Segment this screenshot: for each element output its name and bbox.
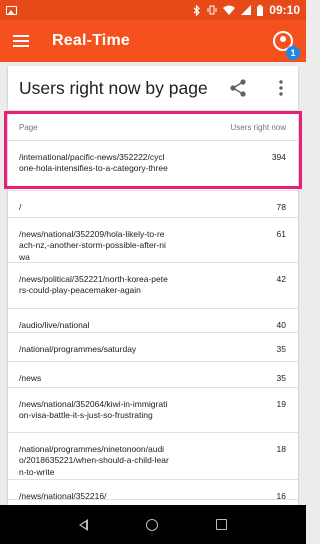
image-notification-icon <box>6 5 17 15</box>
table-row[interactable]: /international/pacific-news/352222/cyclo… <box>8 141 298 191</box>
row-user-count: 394 <box>271 152 286 162</box>
row-user-count: 40 <box>276 320 286 330</box>
row-page-path: /audio/live/national <box>19 320 90 330</box>
row-user-count: 35 <box>276 373 286 383</box>
table-row[interactable]: / 78 <box>8 191 298 218</box>
row-user-count: 35 <box>276 344 286 354</box>
row-page-path: /news <box>19 373 42 383</box>
row-page-path: /international/pacific-news/352222/cyclo… <box>19 152 168 174</box>
share-icon <box>230 79 246 97</box>
column-header-users: Users right now <box>230 123 286 132</box>
menu-button[interactable] <box>0 20 42 62</box>
table-header: Page Users right now <box>8 111 298 141</box>
hamburger-icon <box>13 35 29 47</box>
table-row[interactable]: /news/national/352209/hola-likely-to-rea… <box>8 218 298 263</box>
vibrate-icon <box>207 5 217 15</box>
account-button[interactable]: 1 <box>268 26 300 60</box>
recent-apps-icon[interactable] <box>216 519 227 530</box>
row-user-count: 42 <box>276 274 286 284</box>
column-header-page: Page <box>19 123 38 132</box>
row-page-path: /national/programmes/saturday <box>19 344 137 354</box>
notification-badge: 1 <box>286 46 300 60</box>
status-bar: 09:10 <box>0 0 306 20</box>
more-vert-icon <box>279 80 283 96</box>
system-nav-bar <box>0 505 306 544</box>
row-page-path: /news/national/352216/ <box>19 491 107 501</box>
row-page-path: /news/political/352221/north-korea-peter… <box>19 274 168 296</box>
app-title: Real-Time <box>52 32 130 49</box>
card-header: Users right now by page <box>8 66 298 111</box>
row-page-path: / <box>19 202 22 212</box>
table-row[interactable]: /news/national/352064/kiwi-in-immigratio… <box>8 388 298 433</box>
table-row[interactable]: /national/programmes/saturday 35 <box>8 333 298 362</box>
card-title: Users right now by page <box>19 77 208 98</box>
app-bar: Real-Time 1 <box>0 20 306 62</box>
share-button[interactable] <box>228 78 248 98</box>
row-page-path: /news/national/352064/kiwi-in-immigratio… <box>19 399 168 421</box>
table-row[interactable]: /news 35 <box>8 362 298 388</box>
row-page-path: /news/national/352209/hola-likely-to-rea… <box>19 229 166 262</box>
wifi-icon <box>223 5 236 15</box>
table-row[interactable]: /news/political/352221/north-korea-peter… <box>8 263 298 309</box>
status-time: 09:10 <box>269 3 300 17</box>
back-icon[interactable] <box>79 518 88 531</box>
battery-icon <box>257 4 264 16</box>
row-user-count: 19 <box>276 399 286 409</box>
table-row[interactable]: /audio/live/national 40 <box>8 309 298 333</box>
row-page-path: /national/programmes/ninetonoon/audio/20… <box>19 444 169 477</box>
users-by-page-card: Users right now by page Page Users right… <box>8 66 298 514</box>
row-user-count: 18 <box>276 444 286 454</box>
signal-icon <box>241 5 252 15</box>
home-icon[interactable] <box>146 518 158 531</box>
table-row[interactable]: /national/programmes/ninetonoon/audio/20… <box>8 433 298 480</box>
row-user-count: 78 <box>276 202 286 212</box>
more-options-button[interactable] <box>276 78 286 98</box>
bluetooth-icon <box>193 4 201 16</box>
row-user-count: 61 <box>276 229 286 239</box>
row-user-count: 16 <box>276 491 286 501</box>
table-row[interactable]: /news/national/352216/ 16 <box>8 480 298 501</box>
